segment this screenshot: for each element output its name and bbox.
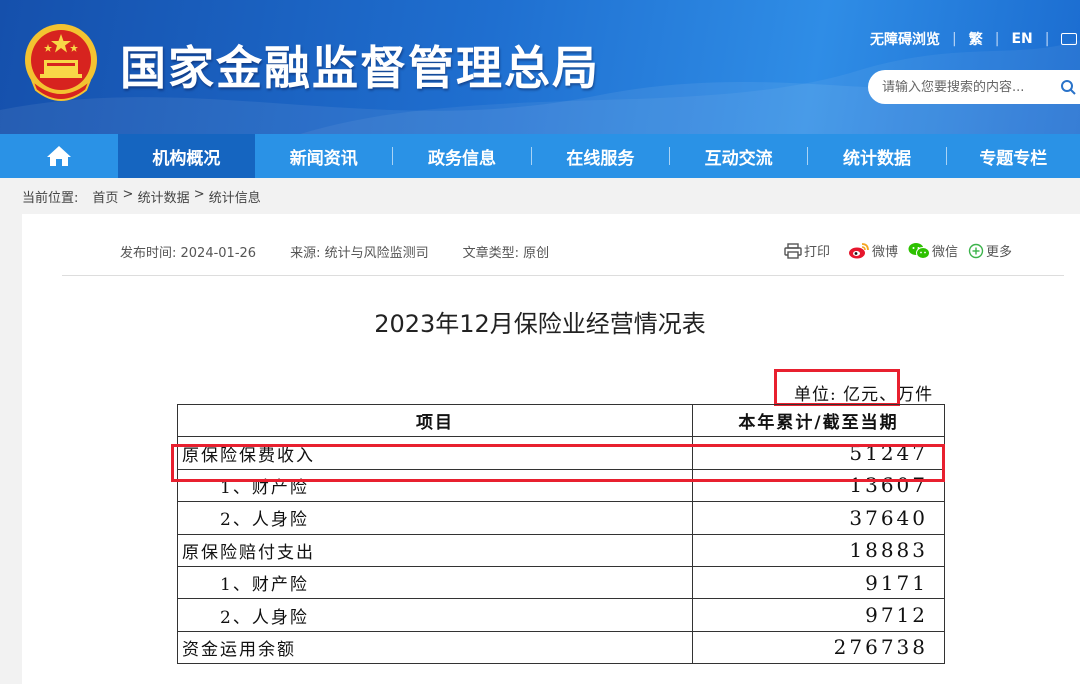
unit-highlight-box [774, 369, 900, 406]
main-nav: 机构概况 新闻资讯 政务信息 在线服务 互动交流 统计数据 专题专栏 [0, 134, 1080, 178]
nav-item-government[interactable]: 政务信息 [393, 134, 530, 178]
english-link[interactable]: EN [1011, 31, 1032, 47]
breadcrumb-prefix: 当前位置: [22, 191, 79, 206]
plus-circle-icon [968, 243, 984, 258]
weibo-label: 微博 [872, 245, 899, 260]
more-label: 更多 [986, 245, 1013, 260]
table-row: 1、财产险 9171 [177, 565, 945, 600]
publish-time: 发布时间: 2024-01-26 [120, 246, 257, 261]
meta-divider [62, 275, 1064, 276]
row-value: 9712 [692, 598, 945, 632]
breadcrumb-statistics[interactable]: 统计数据 [138, 187, 190, 206]
nav-item-special-topics[interactable]: 专题专栏 [947, 134, 1080, 178]
separator: | [952, 31, 957, 47]
share-bar: 打印 微博 微信 更多 [784, 241, 1022, 260]
nav-item-statistics[interactable]: 统计数据 [808, 134, 945, 178]
row-value: 18883 [692, 533, 945, 567]
nav-item-online-service[interactable]: 在线服务 [532, 134, 669, 178]
table-row: 2、人身险 37640 [177, 501, 945, 535]
separator: | [994, 31, 1000, 47]
table-row: 2、人身险 9712 [177, 598, 945, 632]
premium-row-highlight-box [171, 444, 945, 482]
article-title: 2023年12月保险业经营情况表 [374, 310, 706, 338]
printer-icon [784, 242, 802, 259]
site-title[interactable]: 国家金融监督管理总局 [120, 32, 600, 98]
home-icon [46, 146, 71, 166]
table-header-row: 项目 本年累计/截至当期 [177, 403, 945, 438]
breadcrumb-separator: > [118, 187, 138, 202]
nav-item-about[interactable]: 机构概况 [117, 134, 256, 178]
table-row: 资金运用余额 276738 [177, 630, 945, 665]
breadcrumb-separator: > [189, 187, 209, 202]
wechat-icon [908, 242, 931, 259]
weibo-icon [849, 242, 869, 258]
accessibility-link[interactable]: 无障碍浏览 [870, 29, 940, 49]
row-item: 原保险赔付支出 [177, 533, 693, 567]
row-item: 2、人身险 [177, 501, 693, 535]
site-header: 国家金融监督管理总局 无障碍浏览 | 繁 | EN | [0, 0, 1080, 134]
separator: | [1044, 31, 1050, 47]
wechat-share-button[interactable]: 微信 [908, 241, 958, 260]
breadcrumb-home[interactable]: 首页 [92, 187, 118, 206]
breadcrumb-statistics-info[interactable]: 统计信息 [209, 187, 261, 206]
article-source: 来源: 统计与风险监测司 [290, 246, 429, 261]
row-item: 2、人身险 [177, 598, 693, 632]
nav-home[interactable] [0, 134, 118, 178]
mail-icon[interactable] [1061, 33, 1078, 45]
national-emblem-icon[interactable] [22, 20, 100, 106]
row-value: 37640 [692, 501, 945, 535]
table-row: 原保险赔付支出 18883 [177, 533, 945, 567]
more-share-button[interactable]: 更多 [968, 241, 1012, 260]
nav-item-news[interactable]: 新闻资讯 [255, 134, 392, 178]
column-header-item: 项目 [177, 403, 693, 438]
print-label: 打印 [804, 245, 831, 260]
weibo-share-button[interactable]: 微博 [848, 241, 898, 260]
wechat-label: 微信 [932, 245, 959, 260]
search-input[interactable] [882, 79, 1057, 95]
row-value: 9171 [692, 565, 945, 600]
top-links: 无障碍浏览 | 繁 | EN | [870, 29, 1078, 49]
nav-item-interaction[interactable]: 互动交流 [670, 134, 807, 178]
column-header-value: 本年累计/截至当期 [692, 403, 945, 438]
print-button[interactable]: 打印 [784, 241, 830, 260]
breadcrumb: 当前位置: 首页 > 统计数据 > 统计信息 [22, 187, 261, 206]
search-box [868, 70, 1080, 104]
traditional-chinese-link[interactable]: 繁 [969, 29, 983, 49]
row-item: 资金运用余额 [177, 630, 693, 665]
row-value: 276738 [692, 630, 945, 665]
article-content: 发布时间: 2024-01-26 来源: 统计与风险监测司 文章类型: 原创 打… [22, 214, 1080, 684]
search-icon[interactable] [1060, 79, 1076, 95]
article-type: 文章类型: 原创 [462, 246, 550, 261]
row-item: 1、财产险 [177, 565, 693, 600]
article-meta: 发布时间: 2024-01-26 来源: 统计与风险监测司 文章类型: 原创 [120, 242, 549, 261]
